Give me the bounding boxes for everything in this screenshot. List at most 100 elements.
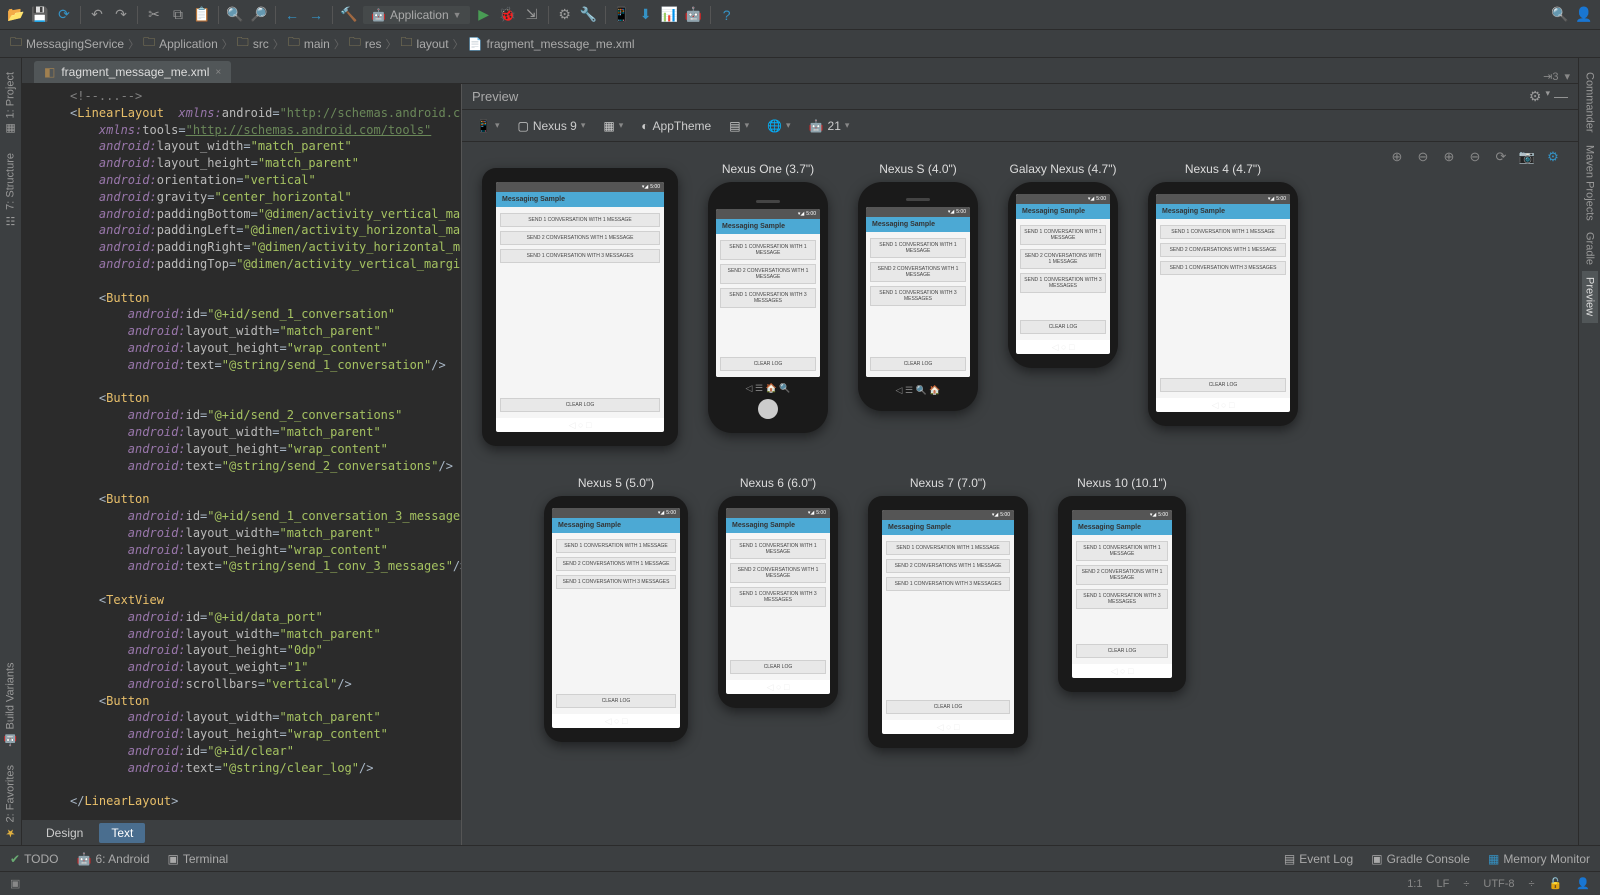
monitor-icon[interactable]: 📊 bbox=[660, 5, 680, 25]
android-icon: 🤖 bbox=[371, 8, 386, 22]
paste-icon[interactable]: 📋 bbox=[192, 5, 212, 25]
line-separator[interactable]: LF bbox=[1436, 878, 1449, 890]
gradle-tab[interactable]: Gradle bbox=[1582, 226, 1598, 271]
gear-icon[interactable]: ⚙ bbox=[1529, 88, 1542, 105]
star-icon: ★ bbox=[4, 826, 17, 839]
zoom-in-icon[interactable]: ⊕ bbox=[1388, 148, 1406, 166]
run-config-label: Application bbox=[390, 8, 449, 22]
orientation-selector[interactable]: 📱▾ bbox=[472, 117, 503, 135]
screenshot-icon[interactable]: 📷 bbox=[1518, 148, 1536, 166]
settings-icon[interactable]: 🔧 bbox=[579, 5, 599, 25]
profile-icon[interactable]: ⚙ bbox=[555, 5, 575, 25]
zoom-fit-icon[interactable]: ⊖ bbox=[1466, 148, 1484, 166]
indent-indicator[interactable]: ⇥3 bbox=[1543, 70, 1558, 83]
text-tab[interactable]: Text bbox=[99, 823, 145, 843]
run-icon[interactable]: ▶ bbox=[474, 5, 494, 25]
find-icon[interactable]: 🔍 bbox=[225, 5, 245, 25]
hector-icon[interactable]: 👤 bbox=[1576, 877, 1590, 890]
debug-icon[interactable]: 🐞 bbox=[498, 5, 518, 25]
forward-icon[interactable]: → bbox=[306, 5, 326, 25]
gradle-console-tab[interactable]: ▣Gradle Console bbox=[1371, 852, 1470, 866]
open-icon[interactable]: 📂 bbox=[6, 5, 26, 25]
memory-monitor-tab[interactable]: ▦Memory Monitor bbox=[1488, 852, 1590, 866]
todo-tab[interactable]: ✔TODO bbox=[10, 852, 59, 866]
device-preview[interactable]: Nexus S (4.0") ▾◢5:00 Messaging Sample S… bbox=[858, 162, 978, 411]
close-icon[interactable]: × bbox=[215, 67, 221, 78]
menu-icon[interactable]: ▾ bbox=[1564, 70, 1570, 83]
event-log-tab[interactable]: ▤Event Log bbox=[1284, 852, 1353, 866]
file-tab[interactable]: ◧ fragment_message_me.xml × bbox=[34, 61, 231, 83]
activity-selector[interactable]: ▤▾ bbox=[725, 117, 753, 135]
folder-icon: 🗀 bbox=[288, 33, 300, 54]
device-preview[interactable]: Nexus 4 (4.7") ▾◢5:00 Messaging Sample S… bbox=[1148, 162, 1298, 426]
preview-zoom-toolbar: ⊕ ⊖ ⊕ ⊖ ⟳ 📷 ⚙ bbox=[1388, 148, 1562, 166]
search-everywhere-icon[interactable]: 🔍 bbox=[1550, 5, 1570, 25]
file-encoding[interactable]: UTF-8 bbox=[1483, 878, 1514, 890]
breadcrumb-item[interactable]: 🗀main bbox=[288, 33, 330, 54]
hide-icon[interactable]: — bbox=[1554, 88, 1568, 105]
structure-tool-tab[interactable]: ☷7: Structure bbox=[2, 147, 19, 233]
device-preview[interactable]: Nexus 6 (6.0") ▾◢5:00 Messaging Sample S… bbox=[718, 476, 838, 708]
code-editor[interactable]: <!--...--> <LinearLayout xmlns:android="… bbox=[22, 84, 462, 845]
device-selector[interactable]: ▢Nexus 9▾ bbox=[513, 117, 589, 135]
window-icon: ▤ bbox=[729, 119, 740, 133]
device-preview[interactable]: Galaxy Nexus (4.7") ▾◢5:00 Messaging Sam… bbox=[1008, 162, 1118, 368]
build-variants-tab[interactable]: 🤖Build Variants bbox=[2, 656, 19, 753]
zoom-out-icon[interactable]: ⊖ bbox=[1414, 148, 1432, 166]
sync-icon[interactable]: ⟳ bbox=[54, 5, 74, 25]
left-tool-sidebar: ▦1: Project ☷7: Structure 🤖Build Variant… bbox=[0, 58, 22, 845]
breadcrumb-item[interactable]: 🗀src bbox=[237, 33, 269, 54]
chevron-down-icon[interactable]: ▾ bbox=[1545, 88, 1550, 105]
android-tab[interactable]: 🤖6: Android bbox=[77, 852, 150, 866]
lock-icon[interactable]: 🔓 bbox=[1549, 877, 1563, 890]
user-icon[interactable]: 👤 bbox=[1574, 5, 1594, 25]
save-icon[interactable]: 💾 bbox=[30, 5, 50, 25]
copy-icon[interactable]: ⧉ bbox=[168, 5, 188, 25]
terminal-icon: ▣ bbox=[168, 852, 179, 866]
redo-icon[interactable]: ↷ bbox=[111, 5, 131, 25]
chevron-right-icon: 〉 bbox=[453, 36, 464, 52]
terminal-tab[interactable]: ▣Terminal bbox=[168, 852, 229, 866]
device-preview[interactable]: Nexus 10 (10.1") ▾◢5:00 Messaging Sample… bbox=[1058, 476, 1186, 692]
tool-windows-icon[interactable]: ▣ bbox=[10, 877, 20, 890]
undo-icon[interactable]: ↶ bbox=[87, 5, 107, 25]
device-preview[interactable]: Nexus 5 (5.0") ▾◢5:00 Messaging Sample S… bbox=[544, 476, 688, 742]
project-tool-tab[interactable]: ▦1: Project bbox=[2, 66, 19, 141]
folder-icon: 🗀 bbox=[401, 33, 413, 54]
device-preview[interactable]: ▾◢5:00 Messaging Sample SEND 1 CONVERSAT… bbox=[482, 162, 678, 446]
structure-icon: ☷ bbox=[4, 214, 17, 227]
breadcrumb-item[interactable]: 🗀Application bbox=[143, 33, 218, 54]
folder-icon: 🗀 bbox=[349, 33, 361, 54]
help-icon[interactable]: ? bbox=[717, 5, 737, 25]
zoom-actual-icon[interactable]: ⊕ bbox=[1440, 148, 1458, 166]
commander-tab[interactable]: Commander bbox=[1582, 66, 1598, 139]
chevron-down-icon: ▼ bbox=[453, 10, 462, 20]
theme-selector[interactable]: ◐AppTheme bbox=[637, 117, 715, 135]
breadcrumb-item[interactable]: 🗀res bbox=[349, 33, 382, 54]
avd-icon[interactable]: 📱 bbox=[612, 5, 632, 25]
breadcrumb-item[interactable]: 📄fragment_message_me.xml bbox=[468, 37, 635, 51]
maven-tab[interactable]: Maven Projects bbox=[1582, 139, 1598, 227]
breadcrumb-item[interactable]: 🗀layout bbox=[401, 33, 449, 54]
locale-selector[interactable]: 🌐▾ bbox=[763, 117, 794, 135]
device-preview[interactable]: Nexus One (3.7") ▾◢5:00 Messaging Sample… bbox=[708, 162, 828, 433]
run-configuration-selector[interactable]: 🤖 Application ▼ bbox=[363, 6, 470, 24]
caret-position[interactable]: 1:1 bbox=[1407, 878, 1422, 890]
make-icon[interactable]: 🔨 bbox=[339, 5, 359, 25]
refresh-icon[interactable]: ⟳ bbox=[1492, 148, 1510, 166]
config-selector[interactable]: ▦▾ bbox=[599, 117, 627, 135]
replace-icon[interactable]: 🔎 bbox=[249, 5, 269, 25]
project-icon: ▦ bbox=[4, 122, 17, 135]
design-tab[interactable]: Design bbox=[34, 823, 95, 843]
android-robot-icon[interactable]: 🤖 bbox=[684, 5, 704, 25]
back-icon[interactable]: ← bbox=[282, 5, 302, 25]
settings-icon[interactable]: ⚙ bbox=[1544, 148, 1562, 166]
favorites-tab[interactable]: ★2: Favorites bbox=[2, 759, 19, 845]
attach-debugger-icon[interactable]: ⇲ bbox=[522, 5, 542, 25]
api-selector[interactable]: 🤖21▾ bbox=[805, 117, 854, 135]
breadcrumb-item[interactable]: 🗀MessagingService bbox=[10, 33, 124, 54]
sdk-icon[interactable]: ⬇ bbox=[636, 5, 656, 25]
cut-icon[interactable]: ✂ bbox=[144, 5, 164, 25]
preview-tab[interactable]: Preview bbox=[1582, 271, 1598, 322]
device-preview[interactable]: Nexus 7 (7.0") ▾◢5:00 Messaging Sample S… bbox=[868, 476, 1028, 748]
